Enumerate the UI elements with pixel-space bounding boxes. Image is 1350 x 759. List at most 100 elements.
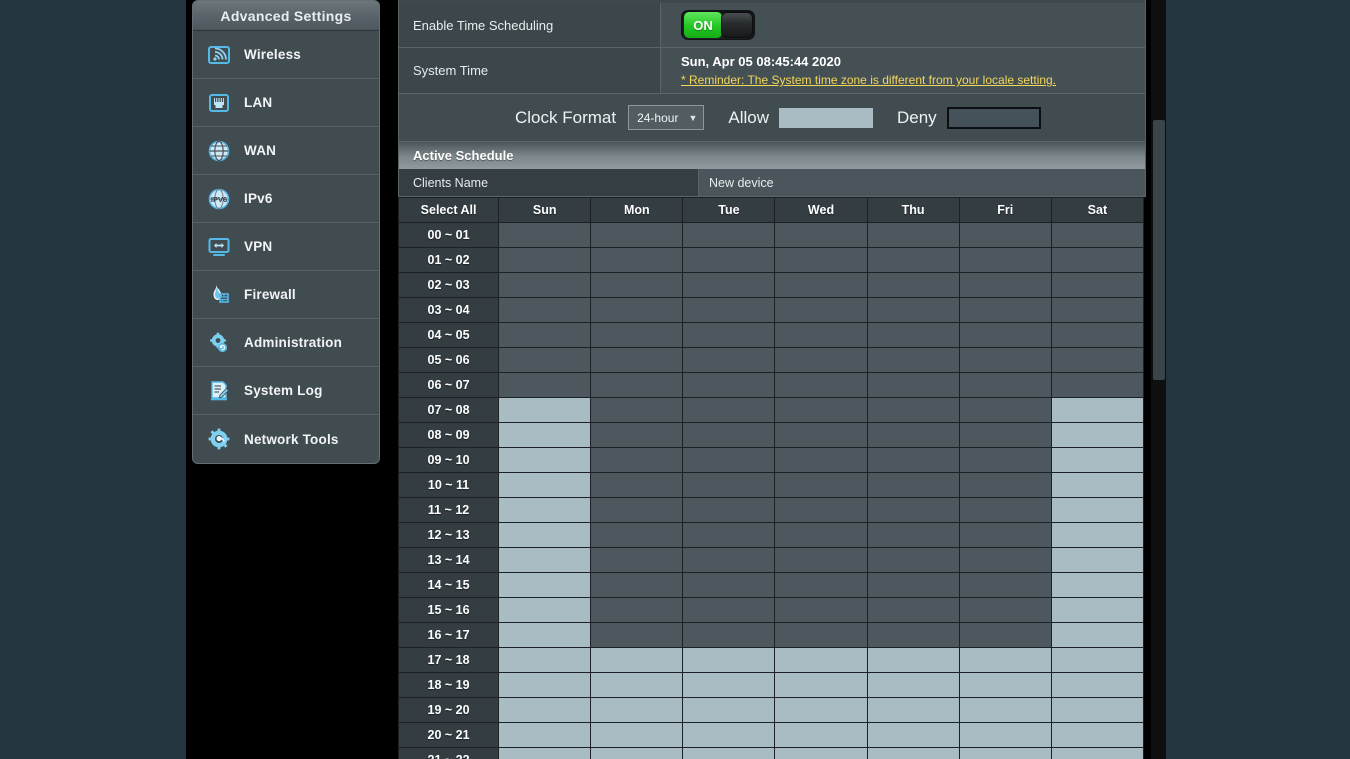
- schedule-cell-fri-13-14[interactable]: [958, 547, 1052, 573]
- schedule-cell-sat-20-21[interactable]: [1050, 722, 1145, 748]
- sidebar-item-wireless[interactable]: Wireless: [193, 31, 379, 79]
- schedule-row-label[interactable]: 09 ~ 10: [397, 447, 500, 473]
- schedule-cell-fri-00-01[interactable]: [958, 222, 1052, 248]
- schedule-cell-sun-01-02[interactable]: [498, 247, 592, 273]
- scrollbar-thumb[interactable]: [1153, 120, 1165, 380]
- schedule-cell-sat-17-18[interactable]: [1050, 647, 1145, 673]
- schedule-cell-mon-00-01[interactable]: [590, 222, 684, 248]
- schedule-cell-wed-07-08[interactable]: [774, 397, 868, 423]
- schedule-cell-mon-02-03[interactable]: [590, 272, 684, 298]
- toggle-knob[interactable]: [721, 12, 753, 38]
- schedule-cell-sun-21-22[interactable]: [498, 747, 592, 759]
- schedule-cell-tue-10-11[interactable]: [682, 472, 776, 498]
- schedule-cell-fri-11-12[interactable]: [958, 497, 1052, 523]
- schedule-cell-sun-11-12[interactable]: [498, 497, 592, 523]
- schedule-cell-mon-20-21[interactable]: [590, 722, 684, 748]
- schedule-cell-wed-14-15[interactable]: [774, 572, 868, 598]
- schedule-row-label[interactable]: 04 ~ 05: [397, 322, 500, 348]
- select-all-header[interactable]: Select All: [397, 197, 500, 223]
- schedule-cell-tue-13-14[interactable]: [682, 547, 776, 573]
- schedule-row-label[interactable]: 18 ~ 19: [397, 672, 500, 698]
- schedule-cell-sat-08-09[interactable]: [1050, 422, 1145, 448]
- schedule-cell-wed-18-19[interactable]: [774, 672, 868, 698]
- schedule-cell-mon-17-18[interactable]: [590, 647, 684, 673]
- schedule-cell-thu-19-20[interactable]: [866, 697, 960, 723]
- schedule-cell-thu-18-19[interactable]: [866, 672, 960, 698]
- schedule-row-label[interactable]: 16 ~ 17: [397, 622, 500, 648]
- schedule-cell-mon-08-09[interactable]: [590, 422, 684, 448]
- schedule-cell-fri-18-19[interactable]: [958, 672, 1052, 698]
- day-header-sat[interactable]: Sat: [1050, 197, 1145, 223]
- schedule-row-label[interactable]: 03 ~ 04: [397, 297, 500, 323]
- schedule-cell-fri-14-15[interactable]: [958, 572, 1052, 598]
- schedule-cell-wed-11-12[interactable]: [774, 497, 868, 523]
- schedule-row-label[interactable]: 15 ~ 16: [397, 597, 500, 623]
- schedule-cell-tue-19-20[interactable]: [682, 697, 776, 723]
- schedule-cell-wed-21-22[interactable]: [774, 747, 868, 759]
- schedule-cell-tue-05-06[interactable]: [682, 347, 776, 373]
- schedule-cell-sat-16-17[interactable]: [1050, 622, 1145, 648]
- schedule-cell-wed-00-01[interactable]: [774, 222, 868, 248]
- schedule-cell-mon-19-20[interactable]: [590, 697, 684, 723]
- schedule-cell-wed-17-18[interactable]: [774, 647, 868, 673]
- schedule-cell-sun-09-10[interactable]: [498, 447, 592, 473]
- schedule-cell-wed-20-21[interactable]: [774, 722, 868, 748]
- schedule-cell-tue-12-13[interactable]: [682, 522, 776, 548]
- schedule-cell-mon-06-07[interactable]: [590, 372, 684, 398]
- schedule-cell-wed-04-05[interactable]: [774, 322, 868, 348]
- day-header-tue[interactable]: Tue: [682, 197, 776, 223]
- schedule-cell-thu-04-05[interactable]: [866, 322, 960, 348]
- schedule-cell-fri-01-02[interactable]: [958, 247, 1052, 273]
- schedule-cell-tue-14-15[interactable]: [682, 572, 776, 598]
- schedule-cell-sat-05-06[interactable]: [1050, 347, 1145, 373]
- schedule-cell-tue-09-10[interactable]: [682, 447, 776, 473]
- day-header-mon[interactable]: Mon: [590, 197, 684, 223]
- schedule-row-label[interactable]: 19 ~ 20: [397, 697, 500, 723]
- schedule-cell-wed-10-11[interactable]: [774, 472, 868, 498]
- schedule-cell-fri-08-09[interactable]: [958, 422, 1052, 448]
- schedule-row-label[interactable]: 08 ~ 09: [397, 422, 500, 448]
- schedule-cell-sat-14-15[interactable]: [1050, 572, 1145, 598]
- schedule-cell-fri-10-11[interactable]: [958, 472, 1052, 498]
- schedule-cell-fri-02-03[interactable]: [958, 272, 1052, 298]
- schedule-cell-tue-07-08[interactable]: [682, 397, 776, 423]
- schedule-row-label[interactable]: 10 ~ 11: [397, 472, 500, 498]
- schedule-cell-thu-16-17[interactable]: [866, 622, 960, 648]
- schedule-cell-thu-13-14[interactable]: [866, 547, 960, 573]
- schedule-cell-sat-15-16[interactable]: [1050, 597, 1145, 623]
- schedule-cell-tue-00-01[interactable]: [682, 222, 776, 248]
- schedule-row-label[interactable]: 12 ~ 13: [397, 522, 500, 548]
- sidebar-item-administration[interactable]: Administration: [193, 319, 379, 367]
- day-header-thu[interactable]: Thu: [866, 197, 960, 223]
- schedule-cell-sun-15-16[interactable]: [498, 597, 592, 623]
- schedule-cell-tue-03-04[interactable]: [682, 297, 776, 323]
- schedule-cell-mon-13-14[interactable]: [590, 547, 684, 573]
- schedule-cell-mon-01-02[interactable]: [590, 247, 684, 273]
- schedule-cell-sun-06-07[interactable]: [498, 372, 592, 398]
- schedule-cell-sat-13-14[interactable]: [1050, 547, 1145, 573]
- schedule-cell-thu-11-12[interactable]: [866, 497, 960, 523]
- schedule-cell-thu-14-15[interactable]: [866, 572, 960, 598]
- schedule-cell-sat-19-20[interactable]: [1050, 697, 1145, 723]
- schedule-cell-sat-10-11[interactable]: [1050, 472, 1145, 498]
- schedule-cell-fri-15-16[interactable]: [958, 597, 1052, 623]
- schedule-cell-tue-17-18[interactable]: [682, 647, 776, 673]
- schedule-cell-tue-08-09[interactable]: [682, 422, 776, 448]
- schedule-cell-mon-05-06[interactable]: [590, 347, 684, 373]
- schedule-cell-thu-20-21[interactable]: [866, 722, 960, 748]
- schedule-cell-thu-12-13[interactable]: [866, 522, 960, 548]
- schedule-row-label[interactable]: 14 ~ 15: [397, 572, 500, 598]
- schedule-cell-fri-12-13[interactable]: [958, 522, 1052, 548]
- schedule-cell-thu-01-02[interactable]: [866, 247, 960, 273]
- schedule-cell-wed-01-02[interactable]: [774, 247, 868, 273]
- schedule-cell-fri-04-05[interactable]: [958, 322, 1052, 348]
- schedule-cell-thu-06-07[interactable]: [866, 372, 960, 398]
- sidebar-item-vpn[interactable]: VPN: [193, 223, 379, 271]
- schedule-cell-wed-06-07[interactable]: [774, 372, 868, 398]
- schedule-cell-fri-07-08[interactable]: [958, 397, 1052, 423]
- clients-name-value[interactable]: New device: [699, 169, 1145, 196]
- schedule-cell-tue-18-19[interactable]: [682, 672, 776, 698]
- schedule-cell-wed-19-20[interactable]: [774, 697, 868, 723]
- day-header-sun[interactable]: Sun: [498, 197, 592, 223]
- page-scrollbar[interactable]: [1150, 0, 1166, 759]
